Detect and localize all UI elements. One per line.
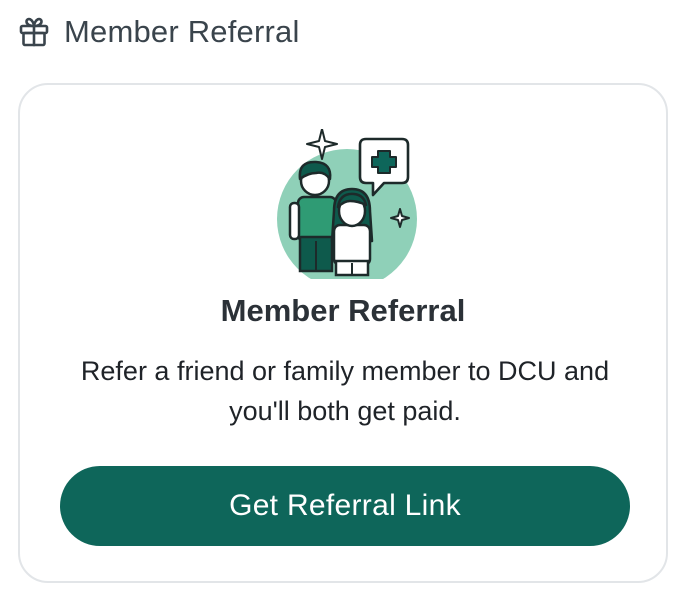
card-title: Member Referral [220,293,466,328]
friends-referral-illustration [274,128,444,289]
section-header: Member Referral [18,12,300,52]
card-description: Refer a friend or family member to DCU a… [80,356,610,426]
gift-icon [18,16,50,48]
referral-card: Member Referral Refer a friend or family… [18,83,668,583]
page-title: Member Referral [64,14,300,49]
get-referral-link-button[interactable]: Get Referral Link [60,466,630,546]
